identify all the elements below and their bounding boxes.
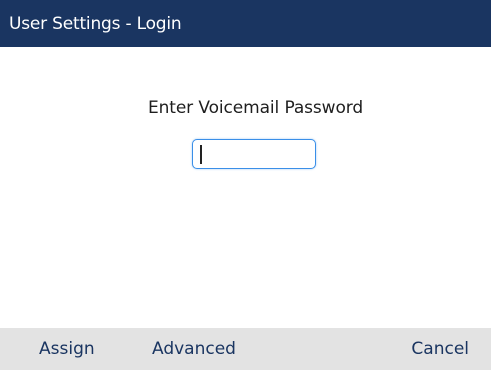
softkey-bar: Assign Advanced Cancel — [0, 328, 491, 370]
password-prompt-label: Enter Voicemail Password — [147, 98, 364, 118]
voicemail-password-input[interactable] — [192, 139, 316, 169]
assign-softkey[interactable]: Assign — [39, 328, 95, 370]
text-cursor — [200, 145, 202, 164]
screen-title: User Settings - Login — [9, 13, 182, 34]
phone-screen: User Settings - Login Enter Voicemail Pa… — [0, 0, 491, 370]
advanced-softkey[interactable]: Advanced — [152, 328, 236, 370]
cancel-softkey[interactable]: Cancel — [411, 328, 469, 370]
title-bar: User Settings - Login — [0, 0, 491, 47]
